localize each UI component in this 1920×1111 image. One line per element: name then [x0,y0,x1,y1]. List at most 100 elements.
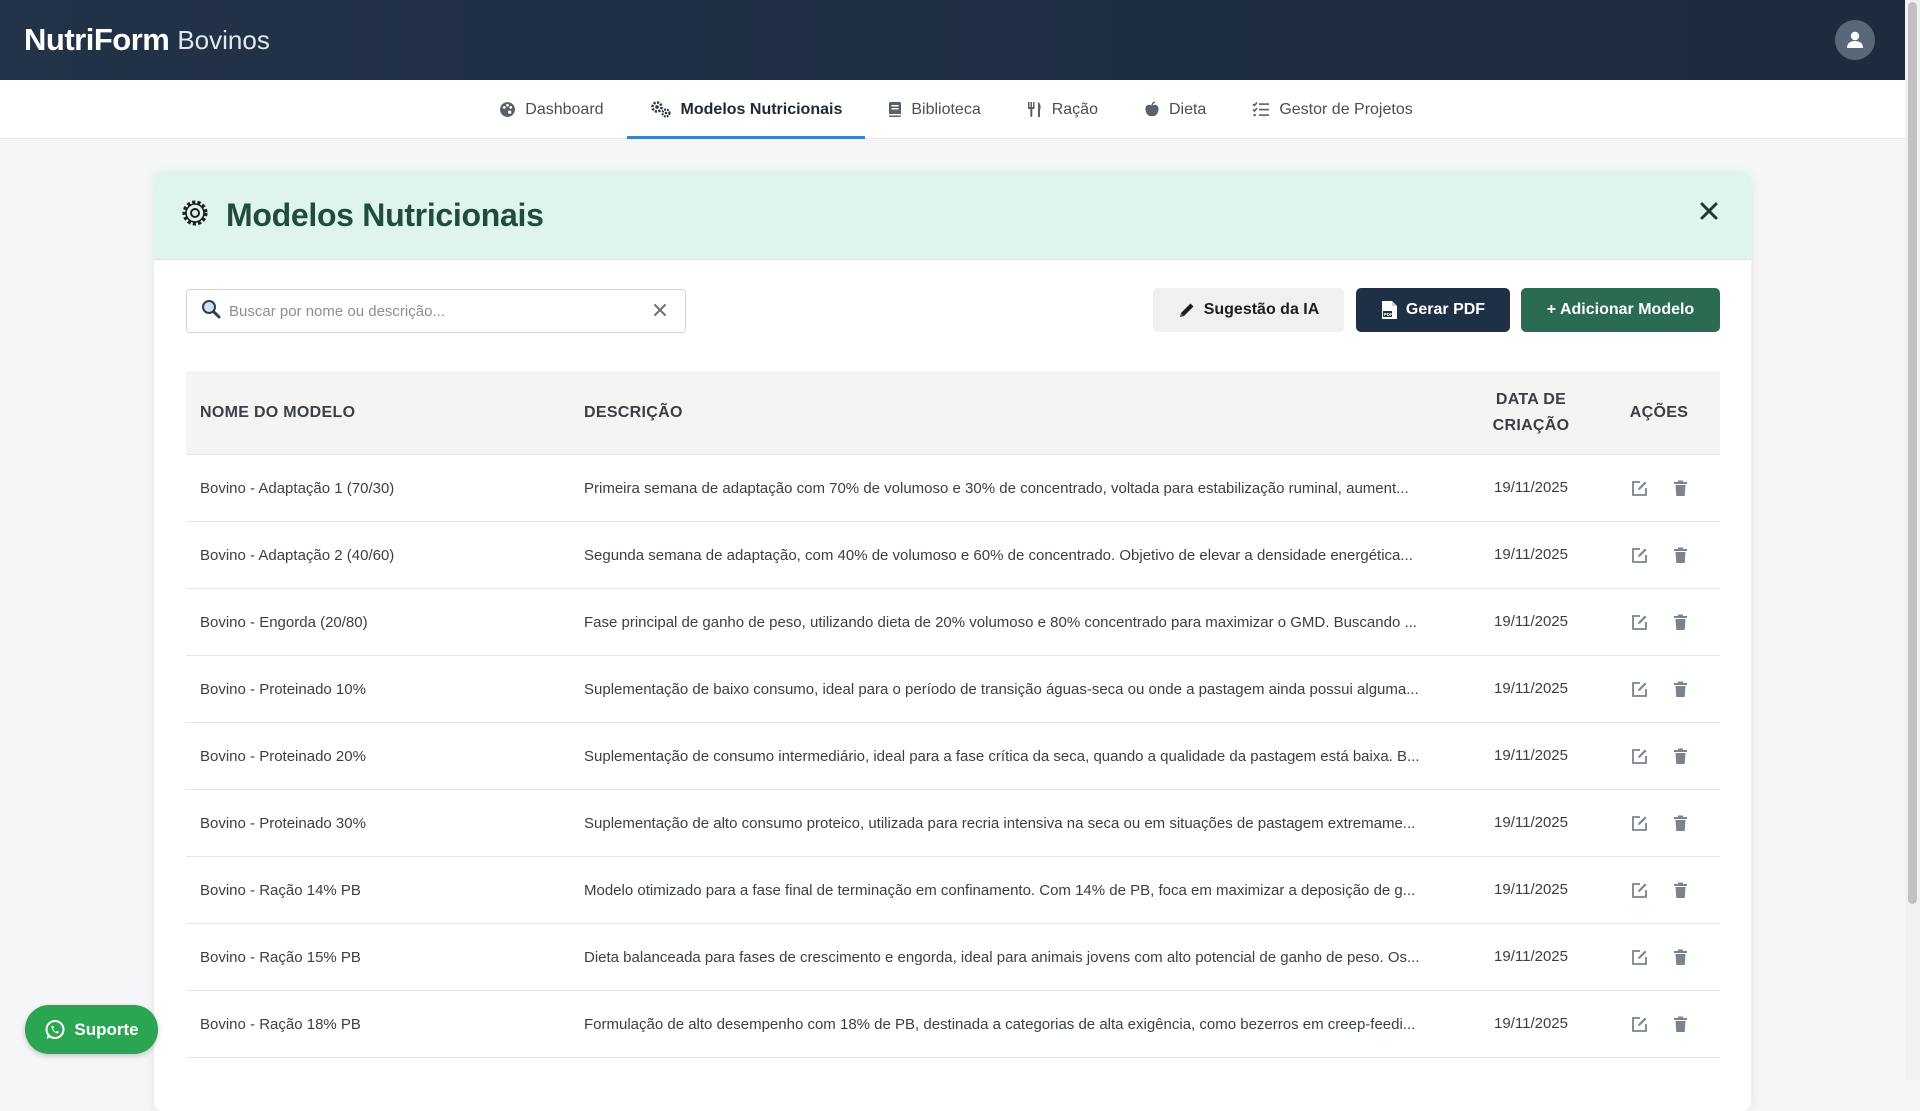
edit-button[interactable] [1631,1016,1648,1033]
page-scrollbar[interactable] [1905,0,1920,1080]
delete-button[interactable] [1673,949,1688,966]
table-body: Bovino - Adaptação 1 (70/30) Primeira sem… [186,455,1720,1058]
nav-item-dashboard[interactable]: Dashboard [476,80,626,139]
trash-icon [1673,614,1688,631]
model-description: Primeira semana de adaptação com 70% de … [584,479,1409,497]
delete-button[interactable] [1673,1016,1688,1033]
nav-item-racao[interactable]: Ração [1004,80,1121,139]
model-description: Fase principal de ganho de peso, utiliza… [584,613,1417,631]
row-actions [1598,882,1720,899]
delete-button[interactable] [1673,547,1688,564]
utensils-icon [1027,101,1043,118]
nav-item-label: Dashboard [525,100,604,118]
apple-icon [1144,101,1160,118]
table-row[interactable]: Bovino - Proteinado 30% Suplementação de … [186,790,1720,857]
model-created-date: 19/11/2025 [1494,680,1568,697]
table-row[interactable]: Bovino - Adaptação 1 (70/30) Primeira sem… [186,455,1720,522]
model-name: Bovino - Proteinado 20% [200,747,366,765]
table-row[interactable]: Bovino - Engorda (20/80) Fase principal d… [186,589,1720,656]
edit-icon [1631,949,1648,966]
search-icon [201,299,221,324]
model-created-date: 19/11/2025 [1494,814,1568,831]
delete-button[interactable] [1673,748,1688,765]
row-actions [1598,547,1720,564]
column-header-date[interactable]: DATA DE CRIAÇÃO [1464,387,1598,439]
trash-icon [1673,1016,1688,1033]
nav-item-label: Modelos Nutricionais [680,100,843,118]
add-model-button[interactable]: + Adicionar Modelo [1521,288,1720,332]
generate-pdf-label: Gerar PDF [1405,301,1486,318]
ai-suggestion-label: Sugestão da IA [1203,301,1320,318]
nav-item-gestor-de-projetos[interactable]: Gestor de Projetos [1229,80,1435,139]
nav-item-modelos-nutricionais[interactable]: Modelos Nutricionais [626,80,866,139]
user-avatar-button[interactable] [1835,20,1875,60]
generate-pdf-button[interactable]: PDF Gerar PDF [1356,288,1510,332]
model-description: Suplementação de baixo consumo, ideal pa… [584,680,1419,698]
model-name: Bovino - Ração 14% PB [200,881,361,899]
trash-icon [1673,480,1688,497]
book-icon [888,101,902,118]
table-row[interactable]: Bovino - Adaptação 2 (40/60) Segunda sema… [186,522,1720,589]
model-created-date: 19/11/2025 [1494,613,1568,630]
nav-item-biblioteca[interactable]: Biblioteca [865,80,1003,139]
edit-button[interactable] [1631,882,1648,899]
row-actions [1598,614,1720,631]
pencil-icon [1178,301,1196,319]
toolbar: Sugestão da IA PDF Gerar PDF + Adicionar… [154,260,1751,371]
search-box [186,289,686,333]
model-created-date: 19/11/2025 [1494,881,1568,898]
delete-button[interactable] [1673,681,1688,698]
palette-icon [499,101,516,118]
trash-icon [1673,547,1688,564]
edit-icon [1631,614,1648,631]
clear-search-button[interactable] [653,303,667,322]
edit-button[interactable] [1631,815,1648,832]
edit-button[interactable] [1631,748,1648,765]
top-bar: NutriForm Bovinos [0,0,1920,80]
nav-item-label: Biblioteca [911,100,981,118]
model-description: Segunda semana de adaptação, com 40% de … [584,546,1413,564]
model-name: Bovino - Engorda (20/80) [200,613,368,631]
trash-icon [1673,882,1688,899]
delete-button[interactable] [1673,480,1688,497]
model-created-date: 19/11/2025 [1494,948,1568,965]
delete-button[interactable] [1673,614,1688,631]
column-header-name[interactable]: NOME DO MODELO [186,404,570,422]
model-description: Formulação de alto desempenho com 18% de… [584,1015,1416,1033]
table-row[interactable]: Bovino - Ração 18% PB Formulação de alto … [186,991,1720,1058]
table-row[interactable]: Bovino - Ração 15% PB Dieta balanceada pa… [186,924,1720,991]
model-created-date: 19/11/2025 [1494,747,1568,764]
model-name: Bovino - Proteinado 30% [200,814,366,832]
edit-icon [1631,815,1648,832]
model-name: Bovino - Ração 18% PB [200,1015,361,1033]
delete-button[interactable] [1673,815,1688,832]
svg-text:PDF: PDF [1384,312,1393,317]
column-header-description[interactable]: DESCRIÇÃO [570,404,1464,422]
table-row[interactable]: Bovino - Proteinado 10% Suplementação de … [186,656,1720,723]
model-description: Suplementação de consumo intermediário, … [584,747,1420,765]
model-description: Suplementação de alto consumo proteico, … [584,814,1416,832]
scrollbar-thumb[interactable] [1908,2,1917,904]
trash-icon [1673,815,1688,832]
brand-name[interactable]: NutriForm [24,22,170,58]
main-navigation: Dashboard Modelos Nutricionais Bibliotec… [0,80,1920,139]
edit-button[interactable] [1631,614,1648,631]
user-icon [1847,31,1863,48]
close-button[interactable] [1699,201,1719,226]
nav-item-label: Ração [1051,100,1098,118]
whatsapp-icon [44,1019,66,1041]
search-input[interactable] [229,302,639,320]
support-button[interactable]: Suporte [25,1005,158,1054]
table-row[interactable]: Bovino - Ração 14% PB Modelo otimizado pa… [186,857,1720,924]
delete-button[interactable] [1673,882,1688,899]
table-row[interactable]: Bovino - Proteinado 20% Suplementação de … [186,723,1720,790]
nav-item-dieta[interactable]: Dieta [1121,80,1229,139]
model-created-date: 19/11/2025 [1494,546,1568,563]
ai-suggestion-button[interactable]: Sugestão da IA [1153,288,1344,332]
edit-icon [1631,547,1648,564]
model-name: Bovino - Adaptação 1 (70/30) [200,479,395,497]
edit-button[interactable] [1631,547,1648,564]
edit-button[interactable] [1631,681,1648,698]
edit-button[interactable] [1631,480,1648,497]
edit-button[interactable] [1631,949,1648,966]
